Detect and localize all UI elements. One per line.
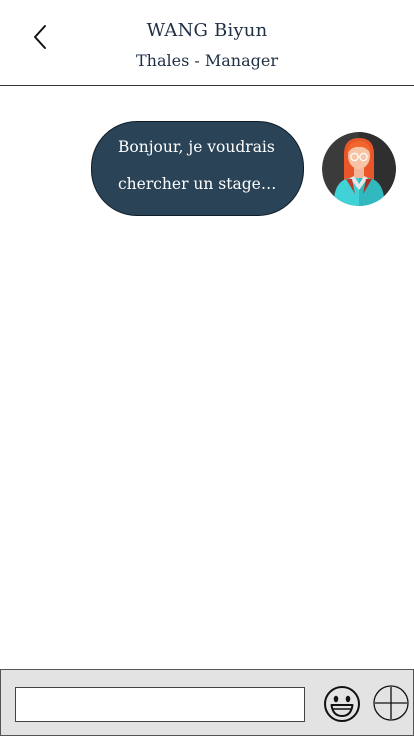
plus-circle-icon <box>373 685 409 721</box>
chat-screen: WANG Biyun Thales - Manager Bonjour, je … <box>0 0 414 736</box>
smiley-face-icon <box>324 686 360 722</box>
message-bubble[interactable]: Bonjour, je voudrais chercher un stage… <box>91 121 304 216</box>
composer-bar <box>0 669 414 736</box>
chat-header: WANG Biyun Thales - Manager <box>0 0 414 86</box>
contact-name: WANG Biyun <box>146 20 268 41</box>
contact-subtitle: Thales - Manager <box>135 51 278 70</box>
message-input[interactable] <box>15 687 305 722</box>
message-list[interactable]: Bonjour, je voudrais chercher un stage… <box>0 87 414 669</box>
message-row: Bonjour, je voudrais chercher un stage… <box>0 121 414 221</box>
emoji-button[interactable] <box>322 684 362 724</box>
add-button[interactable] <box>372 684 410 722</box>
user-avatar-woman-icon[interactable] <box>322 132 396 206</box>
